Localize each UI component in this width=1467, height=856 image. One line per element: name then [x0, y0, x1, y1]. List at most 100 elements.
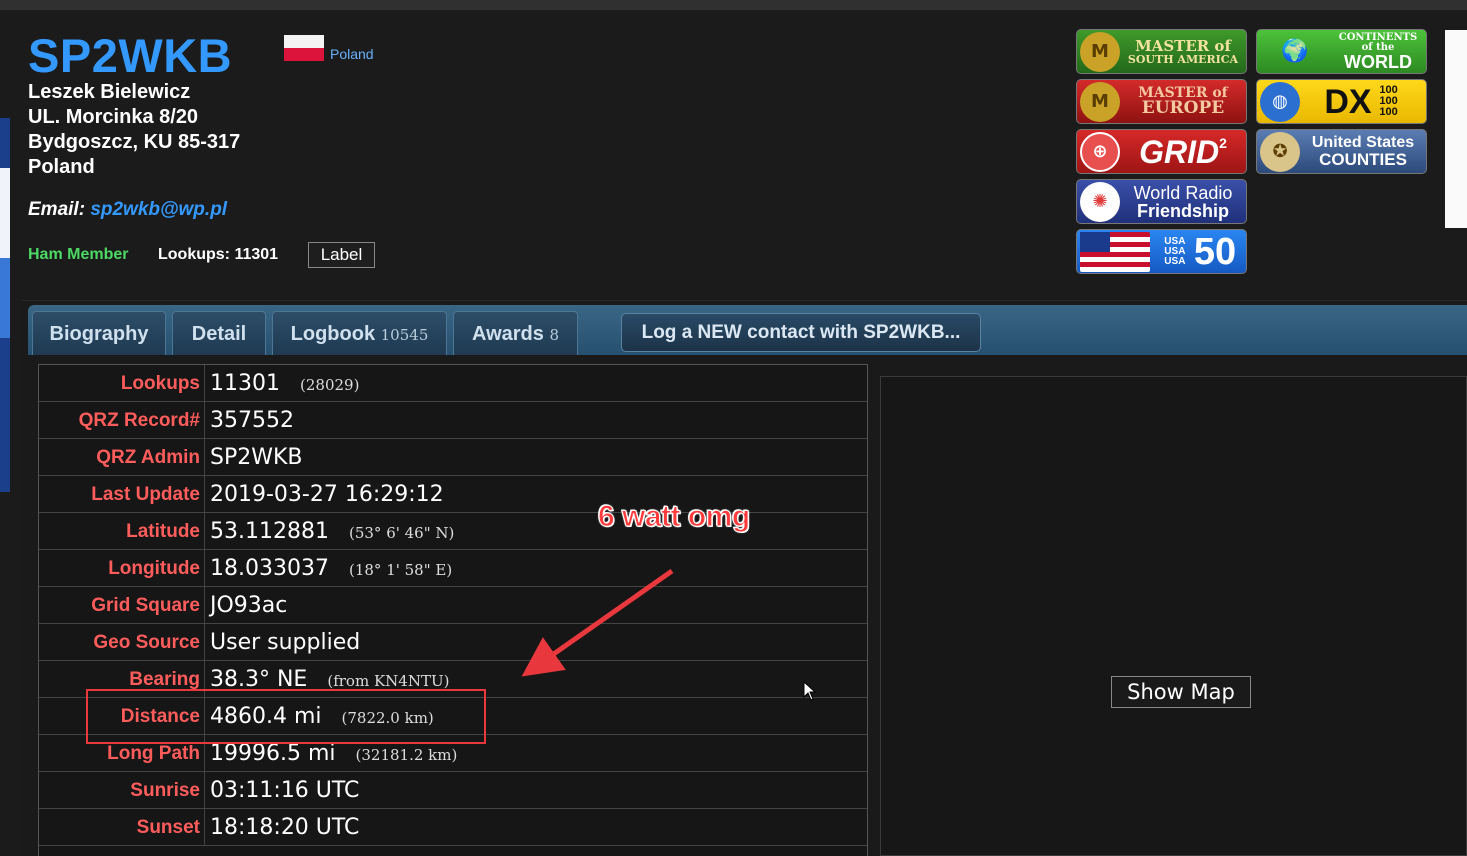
poland-flag-icon — [284, 35, 324, 61]
award-badge-master-south-america[interactable]: M MASTER of SOUTH AMERICA — [1076, 29, 1247, 74]
row-value-sub: (18° 1' 58" E) — [348, 561, 453, 579]
table-row: QRZ Record# 357552 — [39, 402, 867, 439]
map-area — [880, 376, 1467, 856]
world-map-icon: 🌍 — [1281, 39, 1309, 64]
mouse-cursor-icon — [803, 681, 817, 701]
badge-line2: Friendship — [1136, 200, 1229, 221]
log-new-contact-button[interactable]: Log a NEW contact with SP2WKB... — [621, 313, 981, 352]
lookups-summary: Lookups: 11301 — [158, 246, 279, 263]
row-key: Latitude — [39, 513, 205, 550]
globe-icon: ◍ — [1260, 81, 1300, 122]
row-value: 18:18:20 UTC — [210, 809, 379, 846]
row-value-main: 53.112881 — [210, 519, 329, 544]
row-key: Geo Source — [39, 624, 205, 661]
award-badge-master-europe[interactable]: M MASTER of EUROPE — [1076, 79, 1247, 124]
row-value: 357552 — [210, 402, 314, 439]
email-label: Email: — [28, 199, 86, 220]
row-value-main: 03:11:16 UTC — [210, 778, 360, 803]
row-value-main: 19996.5 mi — [210, 741, 336, 766]
row-value-main: 11301 — [210, 371, 280, 396]
tab-label: Awards — [472, 323, 544, 345]
medal-icon: M — [1080, 81, 1120, 122]
row-value-main: 357552 — [210, 408, 294, 433]
top-strip — [0, 0, 1467, 10]
badge-line1: MASTER of — [1135, 36, 1231, 55]
row-value: User supplied — [210, 624, 380, 661]
row-value-sub: (28029) — [300, 376, 360, 394]
table-row: Lookups 11301 (28029) — [39, 365, 867, 402]
award-badge-us-counties[interactable]: ✪ United States COUNTIES — [1256, 129, 1427, 174]
row-key: Lookups — [39, 365, 205, 402]
row-value: 03:11:16 UTC — [210, 772, 379, 809]
member-status: Ham Member — [28, 246, 129, 263]
table-row: Grid Square JO93ac — [39, 587, 867, 624]
award-badge-continents[interactable]: 🌍 CONTINENTS of the WORLD — [1256, 29, 1427, 74]
badge-line1: World Radio — [1133, 182, 1233, 203]
row-value-sub: (32181.2 km) — [355, 746, 458, 764]
award-badge-usa-50[interactable]: USA USA USA 50 — [1076, 229, 1247, 274]
radio-globe-icon: ✺ — [1080, 181, 1120, 222]
tab-awards[interactable]: Awards 8 — [453, 311, 578, 355]
address-country: Poland — [28, 156, 95, 178]
tab-biography[interactable]: Biography — [32, 311, 166, 355]
badge-line2: WORLD — [1344, 51, 1412, 72]
row-value: 11301 (28029) — [210, 365, 359, 402]
row-key: Longitude — [39, 550, 205, 587]
row-value: JO93ac — [210, 587, 307, 624]
badge-line2: 2 — [1219, 134, 1227, 151]
detail-table: Lookups 11301 (28029) QRZ Record# 357552 QR… — [38, 364, 868, 856]
badge-line2: 100 100 100 — [1379, 84, 1398, 118]
table-row: Geo Source User supplied — [39, 624, 867, 661]
badge-line1: DX — [1324, 82, 1372, 121]
email-line: Email: sp2wkb@wp.pl — [28, 199, 227, 221]
annotation-text: 6 watt omg — [598, 500, 751, 534]
table-row: Sunset 18:18:20 UTC — [39, 809, 867, 846]
row-value-main: 2019-03-27 16:29:12 — [210, 482, 444, 507]
tab-count: 10545 — [380, 326, 429, 344]
operator-name: Leszek Bielewicz — [28, 81, 191, 103]
us-flag-icon — [1080, 231, 1150, 272]
row-value-sub: (from KN4NTU) — [327, 672, 450, 690]
tab-count: 8 — [549, 326, 559, 344]
tab-label: Logbook — [290, 323, 376, 345]
tab-logbook[interactable]: Logbook 10545 — [272, 311, 447, 355]
badge-line2: COUNTIES — [1319, 150, 1407, 169]
row-value-main: User supplied — [210, 630, 361, 655]
callsign-title: SP2WKB — [28, 29, 233, 82]
medal-icon: M — [1080, 31, 1120, 72]
award-badge-grid[interactable]: ⊕ GRID 2 — [1076, 129, 1247, 174]
row-key: QRZ Admin — [39, 439, 205, 476]
grid-globe-icon: ⊕ — [1080, 131, 1120, 172]
badge-line2: SOUTH AMERICA — [1127, 52, 1239, 66]
right-edge-panel — [1445, 30, 1467, 228]
row-key: Sunset — [39, 809, 205, 846]
row-value-main: SP2WKB — [210, 445, 303, 470]
row-value: SP2WKB — [210, 439, 323, 476]
tab-detail[interactable]: Detail — [172, 311, 266, 355]
distance-highlight-box — [86, 689, 486, 744]
address-line-1: UL. Morcinka 8/20 — [28, 106, 199, 128]
badge-line2: EUROPE — [1141, 98, 1225, 118]
row-value-main: 18:18:20 UTC — [210, 815, 360, 840]
tab-label: Detail — [191, 323, 247, 345]
show-map-button[interactable]: Show Map — [1111, 676, 1251, 708]
row-value-main: 18.033037 — [210, 556, 329, 581]
country-link[interactable]: Poland — [330, 46, 374, 62]
row-value-sub: (53° 6' 46" N) — [348, 524, 455, 542]
table-row: Sunrise 03:11:16 UTC — [39, 772, 867, 809]
award-badge-world-radio-friendship[interactable]: ✺ World Radio Friendship — [1076, 179, 1247, 224]
address-line-2: Bydgoszcz, KU 85-317 — [28, 131, 241, 153]
row-key: QRZ Record# — [39, 402, 205, 439]
email-link[interactable]: sp2wkb@wp.pl — [90, 199, 227, 220]
row-value: 18.033037 (18° 1' 58" E) — [210, 550, 452, 587]
row-key: Grid Square — [39, 587, 205, 624]
badge-line1: GRID — [1139, 133, 1220, 170]
award-badge-dx[interactable]: ◍ DX 100 100 100 — [1256, 79, 1427, 124]
seal-icon: ✪ — [1260, 131, 1300, 172]
badge-line1: USA USA USA — [1164, 235, 1186, 267]
badge-line1: CONTINENTS of the — [1338, 31, 1418, 53]
label-button[interactable]: Label — [308, 242, 375, 268]
row-key: Last Update — [39, 476, 205, 513]
badge-line1: United States — [1311, 134, 1415, 151]
left-edge-panel-blue — [0, 258, 10, 338]
